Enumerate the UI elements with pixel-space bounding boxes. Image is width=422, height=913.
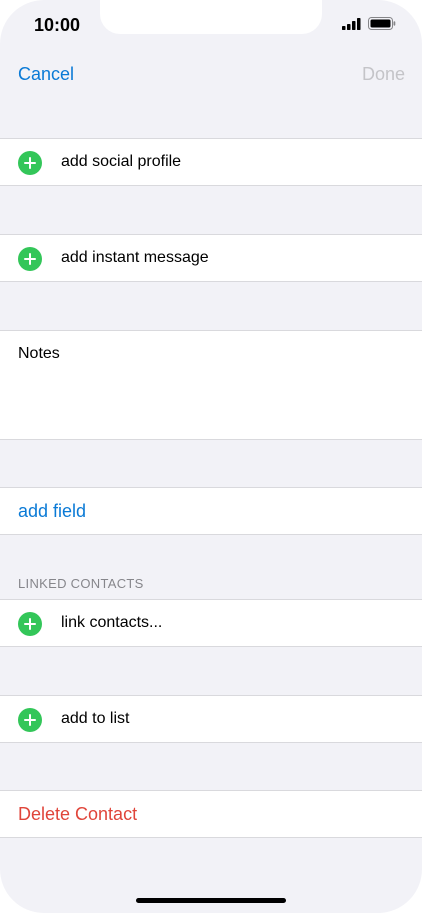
add-social-profile-label: add social profile <box>61 153 182 170</box>
status-time: 10:00 <box>34 15 81 35</box>
add-field-row[interactable]: add field <box>0 487 422 535</box>
add-instant-message-row[interactable]: add instant message <box>0 234 422 282</box>
add-social-profile-row[interactable]: add social profile <box>0 138 422 186</box>
add-plus-icon[interactable] <box>18 612 42 636</box>
link-contacts-label: link contacts... <box>61 614 163 631</box>
done-button[interactable]: Done <box>362 64 405 85</box>
device-notch <box>100 0 322 34</box>
add-plus-icon[interactable] <box>18 151 42 175</box>
status-icons <box>342 17 396 30</box>
cellular-signal-icon <box>342 17 361 30</box>
add-field-button[interactable]: add field <box>18 501 86 522</box>
link-contacts-row[interactable]: link contacts... <box>0 599 422 647</box>
home-indicator[interactable] <box>136 898 286 903</box>
notes-label: Notes <box>18 345 60 362</box>
linked-contacts-header: LINKED CONTACTS <box>18 576 144 591</box>
add-to-list-label: add to list <box>61 710 130 727</box>
battery-icon <box>368 17 396 30</box>
add-to-list-row[interactable]: add to list <box>0 695 422 743</box>
notes-field[interactable]: Notes <box>0 330 422 440</box>
cancel-button[interactable]: Cancel <box>18 64 74 85</box>
contact-edit-screen: 10:00 Cancel Done add social profile add… <box>0 0 422 913</box>
delete-contact-row[interactable]: Delete Contact <box>0 790 422 838</box>
add-plus-icon[interactable] <box>18 247 42 271</box>
add-instant-message-label: add instant message <box>61 249 209 266</box>
delete-contact-button[interactable]: Delete Contact <box>18 804 137 825</box>
add-plus-icon[interactable] <box>18 708 42 732</box>
